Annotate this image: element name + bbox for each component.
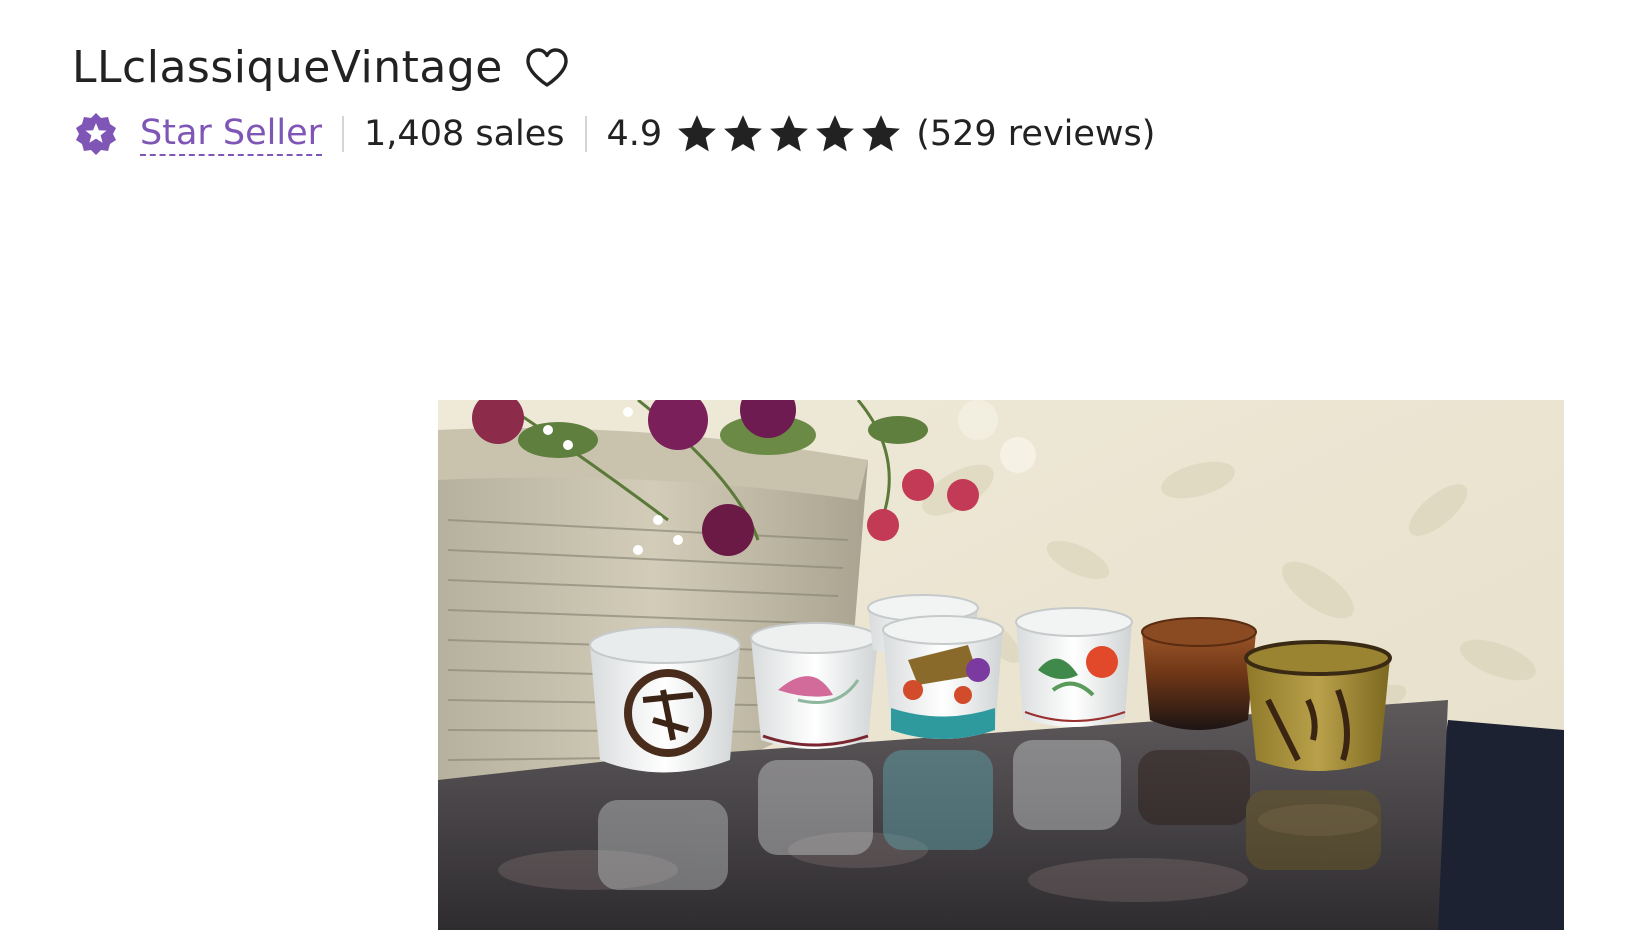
- star-icon: [862, 115, 901, 152]
- star-icon: [724, 115, 763, 152]
- rating-value: 4.9: [606, 114, 663, 154]
- banner-illustration: [438, 400, 1564, 930]
- star-seller-badge-icon: [72, 110, 120, 158]
- title-row: LLclassiqueVintage: [72, 38, 1155, 98]
- star-seller-link[interactable]: Star Seller: [140, 112, 323, 156]
- star-icon: [678, 115, 717, 152]
- reviews-link[interactable]: (529 reviews): [916, 114, 1155, 154]
- divider: [584, 116, 587, 152]
- shop-header: LLclassiqueVintage Star Seller 1,408 sal…: [72, 38, 1155, 162]
- sales-count: 1,408 sales: [364, 114, 565, 154]
- shop-name: LLclassiqueVintage: [72, 42, 503, 93]
- divider: [342, 116, 345, 152]
- favorite-button[interactable]: [523, 44, 571, 92]
- shop-meta-row: Star Seller 1,408 sales 4.9 (529 reviews…: [72, 106, 1155, 162]
- heart-outline-icon: [526, 48, 568, 87]
- shop-page: LLclassiqueVintage Star Seller 1,408 sal…: [0, 0, 1649, 952]
- rating-stars[interactable]: [676, 113, 902, 155]
- star-icon: [770, 115, 809, 152]
- shop-banner-photo[interactable]: [438, 400, 1564, 930]
- star-icon: [816, 115, 855, 152]
